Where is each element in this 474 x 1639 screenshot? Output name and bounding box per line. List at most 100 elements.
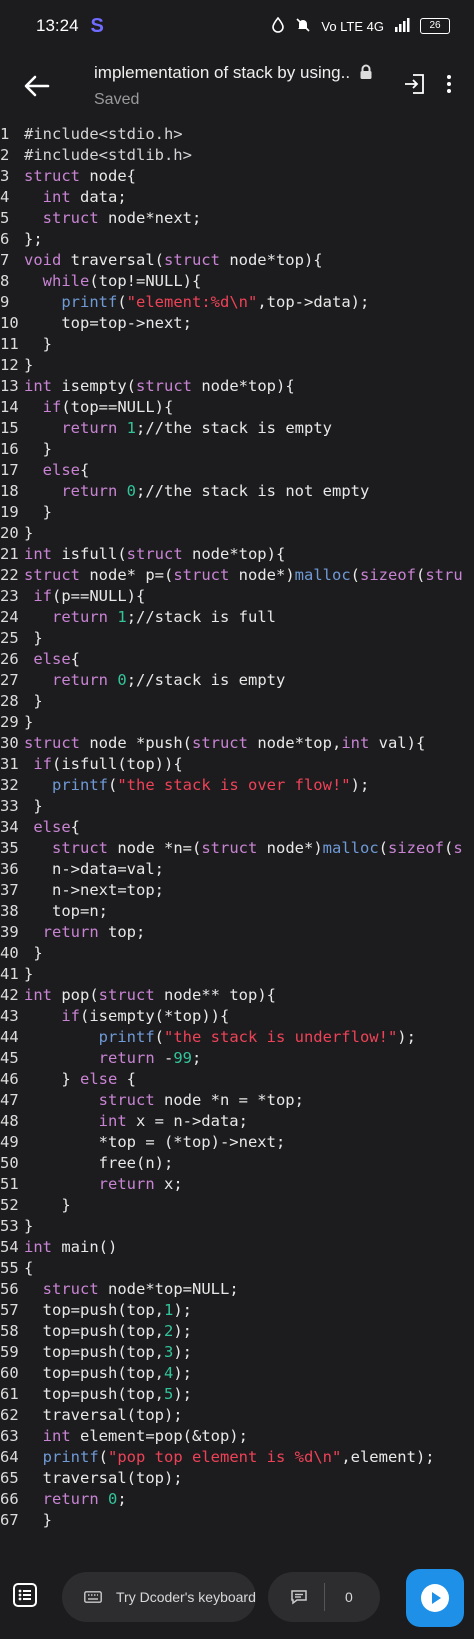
code-line[interactable]: 43 if(isempty(*top)){	[0, 1006, 474, 1027]
code-line[interactable]: 24 return 1;//stack is full	[0, 607, 474, 628]
code-line[interactable]: 18 return 0;//the stack is not empty	[0, 481, 474, 502]
code-text: top=push(top,4);	[24, 1363, 192, 1384]
line-number: 30	[0, 734, 19, 752]
code-line[interactable]: 62 traversal(top);	[0, 1405, 474, 1426]
line-number: 62	[0, 1406, 19, 1424]
code-line[interactable]: 21 int isfull(struct node*top){	[0, 544, 474, 565]
code-token: );	[173, 1364, 192, 1382]
code-line[interactable]: 25 }	[0, 628, 474, 649]
code-line[interactable]: 35 struct node *n=(struct node*)malloc(s…	[0, 838, 474, 859]
code-line[interactable]: 28 }	[0, 691, 474, 712]
code-line[interactable]: 40 }	[0, 943, 474, 964]
keyboard-button[interactable]: Try Dcoder's keyboard	[62, 1572, 256, 1622]
code-line[interactable]: 14 if(top==NULL){	[0, 397, 474, 418]
code-line[interactable]: 57 top=push(top,1);	[0, 1300, 474, 1321]
code-line[interactable]: 11 }	[0, 334, 474, 355]
code-line[interactable]: 39 return top;	[0, 922, 474, 943]
line-number: 21	[0, 545, 19, 563]
code-line[interactable]: 27 return 0;//stack is empty	[0, 670, 474, 691]
code-token: (	[98, 1448, 109, 1466]
code-line[interactable]: 5 struct node*next;	[0, 208, 474, 229]
code-line[interactable]: 3 struct node{	[0, 166, 474, 187]
code-line[interactable]: 66 return 0;	[0, 1489, 474, 1510]
code-token: *top = (*top)->next;	[24, 1133, 286, 1151]
code-token: return	[98, 1049, 155, 1067]
code-line[interactable]: 26 else{	[0, 649, 474, 670]
code-line[interactable]: 50 free(n);	[0, 1153, 474, 1174]
code-line[interactable]: 44 printf("the stack is underflow!");	[0, 1027, 474, 1048]
code-line[interactable]: 65 traversal(top);	[0, 1468, 474, 1489]
code-text: else{	[24, 817, 80, 838]
code-line[interactable]: 2 #include<stdlib.h>	[0, 145, 474, 166]
code-line[interactable]: 31 if(isfull(top)){	[0, 754, 474, 775]
code-line[interactable]: 17 else{	[0, 460, 474, 481]
code-line[interactable]: 61 top=push(top,5);	[0, 1384, 474, 1405]
code-line[interactable]: 60 top=push(top,4);	[0, 1363, 474, 1384]
keyboard-label: Try Dcoder's keyboard	[116, 1589, 256, 1605]
line-number: 41	[0, 965, 19, 983]
code-line[interactable]: 37 n->next=top;	[0, 880, 474, 901]
code-text: void traversal(struct node*top){	[24, 250, 323, 271]
code-line[interactable]: 67 }	[0, 1510, 474, 1531]
line-number: 53	[0, 1217, 19, 1235]
code-token: }	[24, 965, 34, 983]
code-line[interactable]: 47 struct node *n = *top;	[0, 1090, 474, 1111]
code-token: return	[52, 671, 108, 689]
code-line[interactable]: 48 int x = n->data;	[0, 1111, 474, 1132]
code-line[interactable]: 63 int element=pop(&top);	[0, 1426, 474, 1447]
list-icon[interactable]	[12, 1582, 38, 1613]
code-line[interactable]: 64 printf("pop top element is %d\n",elem…	[0, 1447, 474, 1468]
code-line[interactable]: 6};	[0, 229, 474, 250]
code-line[interactable]: 19 }	[0, 502, 474, 523]
code-line[interactable]: 55 {	[0, 1258, 474, 1279]
code-text: struct node *n=(struct node*)malloc(size…	[24, 838, 463, 859]
code-line[interactable]: 8 while(top!=NULL){	[0, 271, 474, 292]
code-line[interactable]: 53}	[0, 1216, 474, 1237]
code-line[interactable]: 38 top=n;	[0, 901, 474, 922]
code-line[interactable]: 58 top=push(top,2);	[0, 1321, 474, 1342]
code-token: printf	[42, 1448, 99, 1466]
code-line[interactable]: 10 top=top->next;	[0, 313, 474, 334]
code-line[interactable]: 29}	[0, 712, 474, 733]
code-line[interactable]: 36 n->data=val;	[0, 859, 474, 880]
code-line[interactable]: 42 int pop(struct node** top){	[0, 985, 474, 1006]
comments-button[interactable]: 0	[268, 1572, 380, 1622]
code-line[interactable]: 7 void traversal(struct node*top){	[0, 250, 474, 271]
code-editor[interactable]: 1 #include<stdio.h> 2 #include<stdlib.h> 3st…	[0, 124, 474, 1554]
code-line[interactable]: 15 return 1;//the stack is empty	[0, 418, 474, 439]
file-title[interactable]: implementation of stack by using..	[94, 63, 404, 83]
code-token: node** top){	[154, 986, 276, 1004]
code-line[interactable]: 51 return x;	[0, 1174, 474, 1195]
back-button[interactable]	[0, 52, 74, 120]
code-line[interactable]: 46 } else {	[0, 1069, 474, 1090]
code-line[interactable]: 33 }	[0, 796, 474, 817]
code-line[interactable]: 34 else{	[0, 817, 474, 838]
code-line[interactable]: 54 int main()	[0, 1237, 474, 1258]
login-icon[interactable]	[404, 73, 426, 100]
more-vert-icon[interactable]	[446, 74, 452, 99]
code-line[interactable]: 1 #include<stdio.h>	[0, 124, 474, 145]
code-line[interactable]: 4 int data;	[0, 187, 474, 208]
code-line[interactable]: 20}	[0, 523, 474, 544]
code-line[interactable]: 30 struct node *push(struct node*top,int …	[0, 733, 474, 754]
code-line[interactable]: 41}	[0, 964, 474, 985]
code-token: 1	[163, 1301, 174, 1319]
code-line[interactable]: 56 struct node*top=NULL;	[0, 1279, 474, 1300]
code-line[interactable]: 32 printf("the stack is over flow!");	[0, 775, 474, 796]
run-button[interactable]	[406, 1569, 464, 1627]
code-line[interactable]: 22 struct node* p=(struct node*)malloc(si…	[0, 565, 474, 586]
code-line[interactable]: 12}	[0, 355, 474, 376]
code-line[interactable]: 13 int isempty(struct node*top){	[0, 376, 474, 397]
code-line[interactable]: 16 }	[0, 439, 474, 460]
code-line[interactable]: 52 }	[0, 1195, 474, 1216]
code-line[interactable]: 45 return -99;	[0, 1048, 474, 1069]
code-text: return x;	[24, 1174, 183, 1195]
code-line[interactable]: 9 printf("element:%d\n",top->data);	[0, 292, 474, 313]
code-line[interactable]: 49 *top = (*top)->next;	[0, 1132, 474, 1153]
code-text: int data;	[24, 187, 127, 208]
code-line[interactable]: 23 if(p==NULL){	[0, 586, 474, 607]
code-line[interactable]: 59 top=push(top,3);	[0, 1342, 474, 1363]
